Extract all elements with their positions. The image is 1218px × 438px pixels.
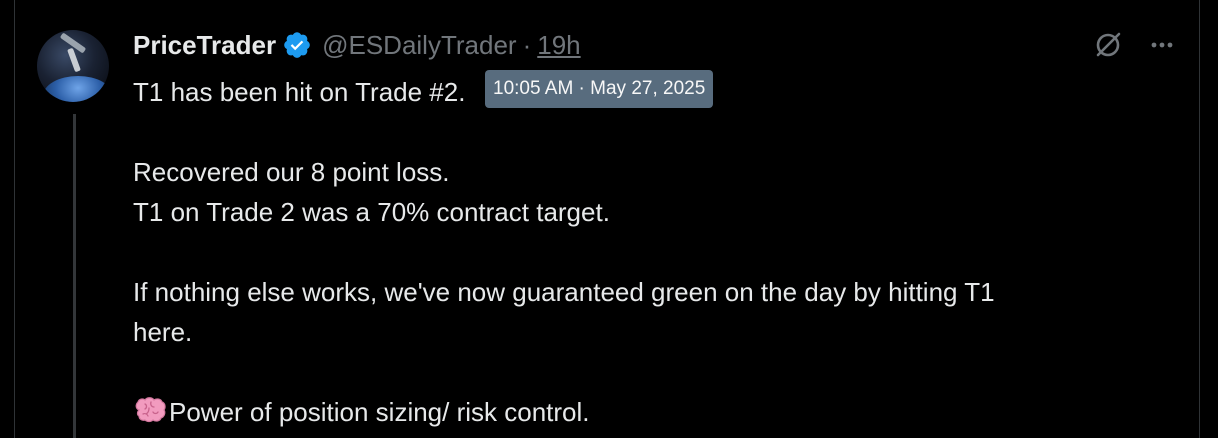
display-name[interactable]: PriceTrader	[133, 30, 276, 61]
tweet-line: Recovered our 8 point loss.	[133, 157, 450, 187]
avatar[interactable]	[37, 30, 109, 102]
tweet-line: Power of position sizing/ risk control.	[169, 397, 590, 427]
more-options-icon[interactable]	[1145, 28, 1179, 62]
tweet-line: If nothing else works, we've now guarant…	[133, 277, 995, 307]
relative-timestamp[interactable]: 19h	[537, 30, 580, 61]
verified-badge-icon	[284, 32, 310, 58]
timestamp-tooltip: 10:05 AM · May 27, 2025	[485, 70, 714, 108]
grok-icon[interactable]	[1091, 28, 1125, 62]
tweet-card[interactable]: PriceTrader @ESDailyTrader · 19h T1 has …	[14, 0, 1200, 438]
line-break	[133, 112, 1173, 152]
tweet-line: T1 on Trade 2 was a 70% contract target.	[133, 197, 610, 227]
user-handle[interactable]: @ESDailyTrader	[322, 30, 516, 61]
avatar-earth-image	[43, 76, 109, 102]
line-break	[133, 232, 1173, 272]
brain-emoji-icon	[135, 397, 166, 423]
tweet-line: here.	[133, 317, 193, 347]
tweet-header: PriceTrader @ESDailyTrader · 19h	[133, 28, 581, 62]
line-break	[133, 352, 1173, 392]
screenshot-frame: PriceTrader @ESDailyTrader · 19h T1 has …	[0, 0, 1218, 438]
tweet-actions	[1071, 28, 1179, 62]
tweet-text: T1 has been hit on Trade #2. Recovered o…	[133, 72, 1173, 432]
tweet-line-with-emoji: Power of position sizing/ risk control.	[133, 392, 1173, 432]
thread-connector-line	[73, 114, 76, 438]
separator-dot: ·	[522, 29, 532, 60]
